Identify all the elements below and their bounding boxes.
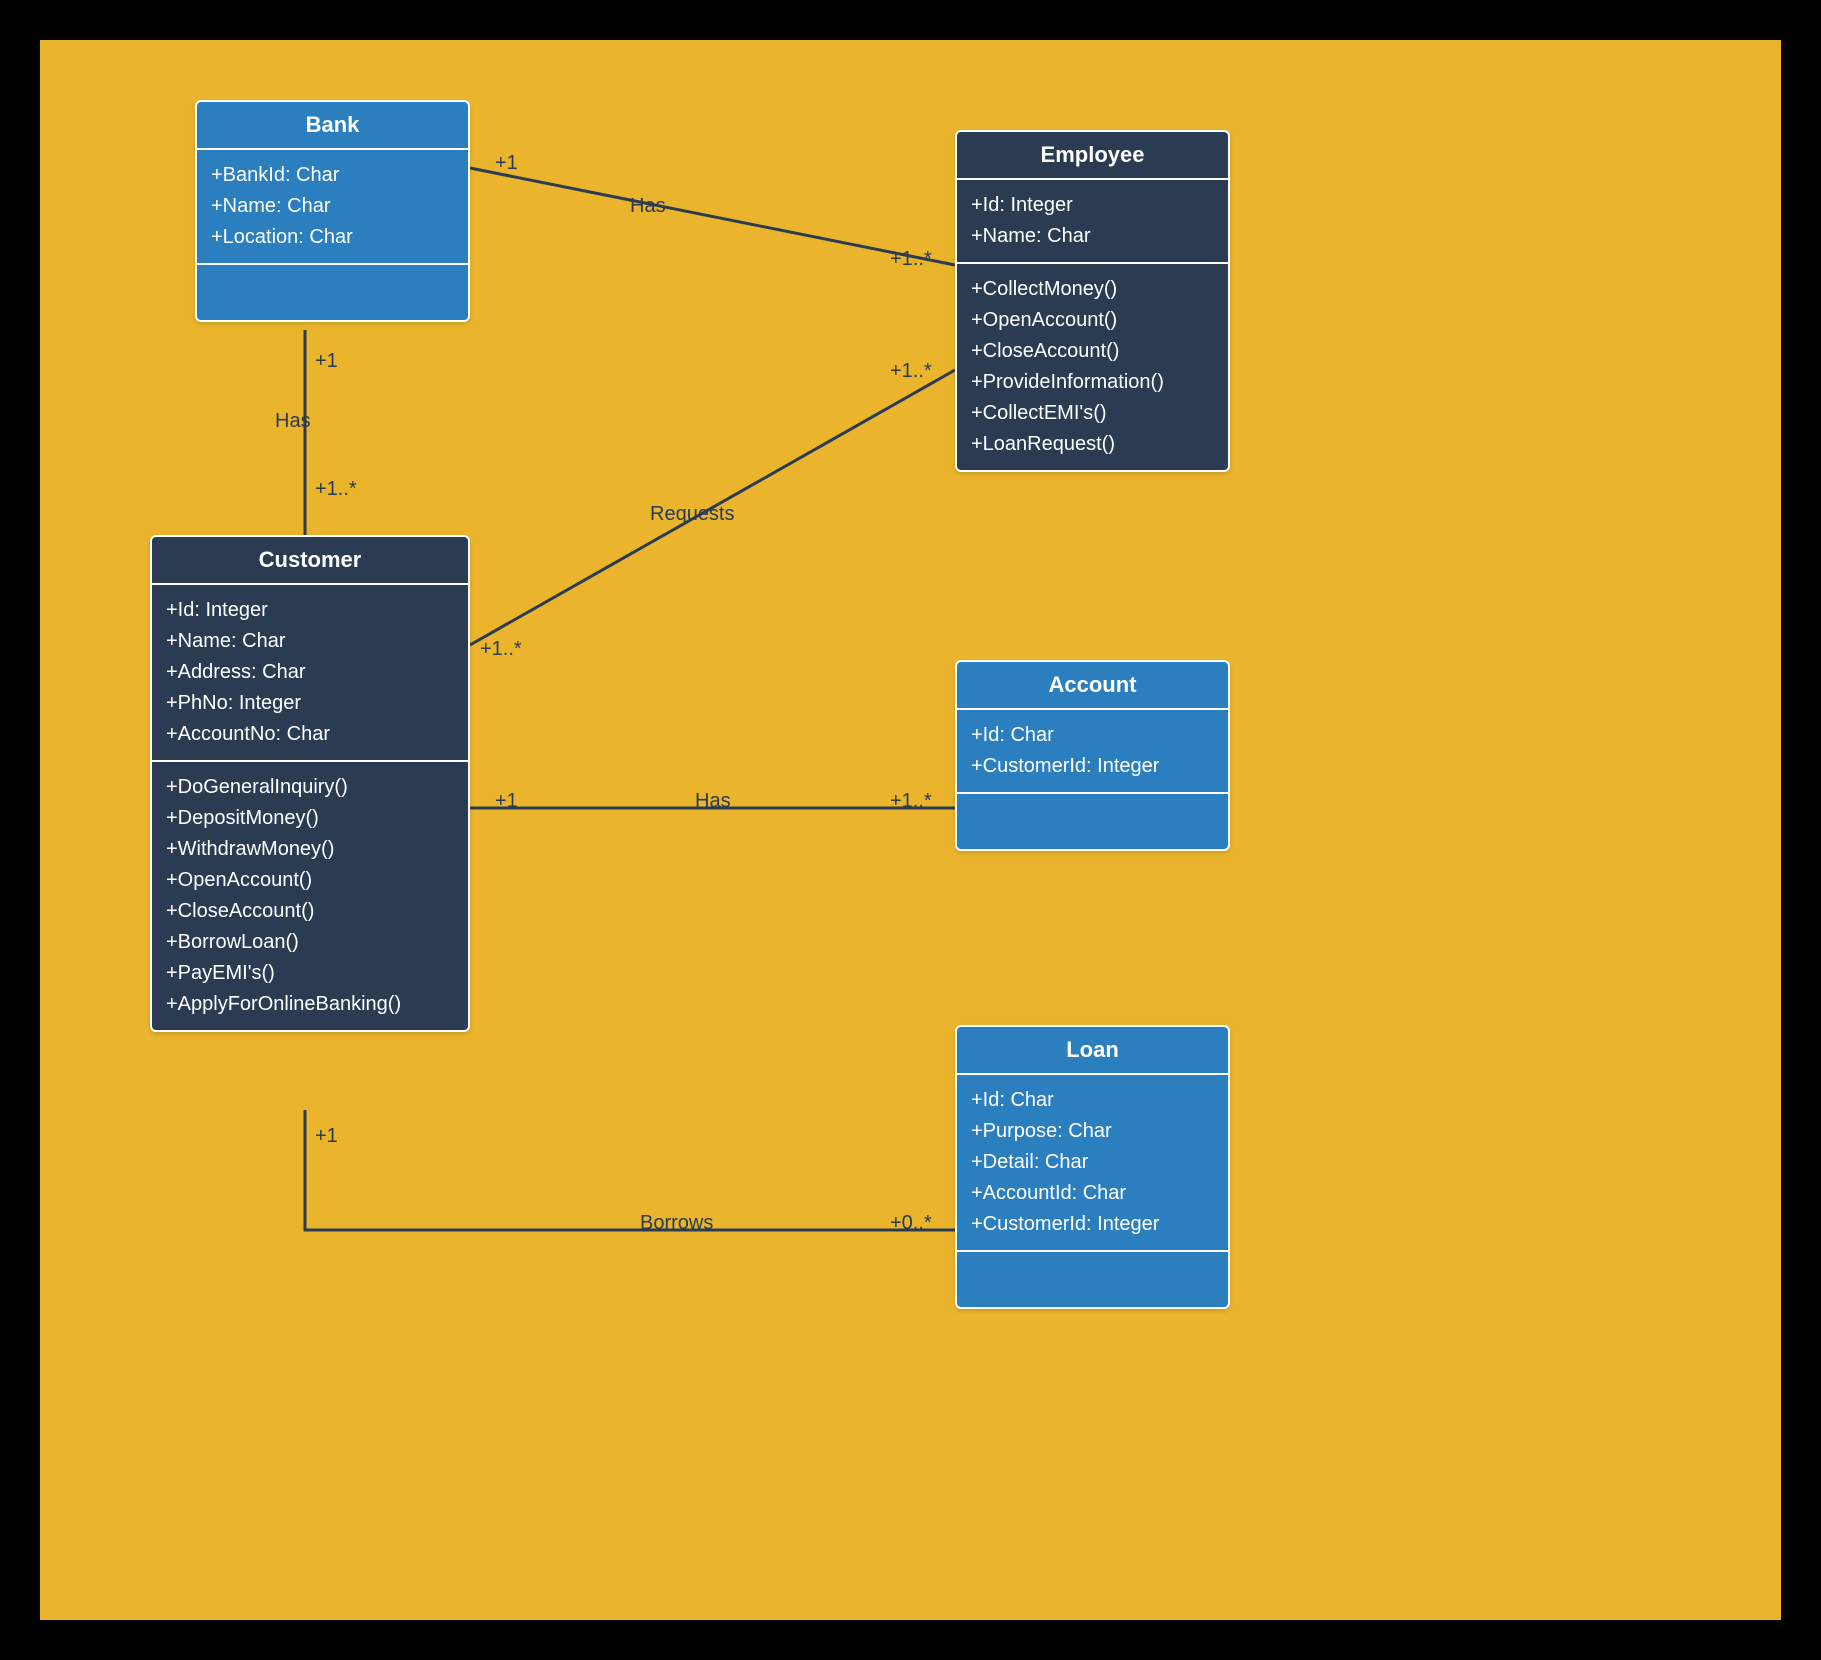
class-customer-attrs: +Id: Integer +Name: Char +Address: Char … bbox=[152, 585, 468, 762]
attr: +AccountId: Char bbox=[971, 1178, 1214, 1209]
attr: +Location: Char bbox=[211, 222, 454, 253]
class-bank: Bank +BankId: Char +Name: Char +Location… bbox=[195, 100, 470, 322]
mult-bank-emp-1: +1 bbox=[495, 152, 518, 175]
attr: +PhNo: Integer bbox=[166, 688, 454, 719]
mult-bank-cust-2: +1..* bbox=[315, 478, 357, 501]
assoc-bank-cust: Has bbox=[275, 410, 311, 433]
uml-canvas: Bank +BankId: Char +Name: Char +Location… bbox=[40, 40, 1781, 1620]
attr: +Id: Char bbox=[971, 720, 1214, 751]
method: +WithdrawMoney() bbox=[166, 834, 454, 865]
mult-cust-acct-1: +1 bbox=[495, 790, 518, 813]
method: +CollectEMI's() bbox=[971, 398, 1214, 429]
method: +CollectMoney() bbox=[971, 274, 1214, 305]
mult-bank-emp-2: +1..* bbox=[890, 248, 932, 271]
attr: +Purpose: Char bbox=[971, 1116, 1214, 1147]
method: +ProvideInformation() bbox=[971, 367, 1214, 398]
class-account-attrs: +Id: Char +CustomerId: Integer bbox=[957, 710, 1228, 794]
attr: +BankId: Char bbox=[211, 160, 454, 191]
method: +DoGeneralInquiry() bbox=[166, 772, 454, 803]
mult-cust-acct-2: +1..* bbox=[890, 790, 932, 813]
class-employee-methods: +CollectMoney() +OpenAccount() +CloseAcc… bbox=[957, 264, 1228, 470]
method: +OpenAccount() bbox=[166, 865, 454, 896]
class-bank-methods bbox=[197, 265, 468, 320]
method: +CloseAccount() bbox=[971, 336, 1214, 367]
attr: +Id: Char bbox=[971, 1085, 1214, 1116]
assoc-cust-emp: Requests bbox=[650, 503, 735, 526]
assoc-bank-emp: Has bbox=[630, 195, 666, 218]
class-customer: Customer +Id: Integer +Name: Char +Addre… bbox=[150, 535, 470, 1032]
class-loan-methods bbox=[957, 1252, 1228, 1307]
method: +LoanRequest() bbox=[971, 429, 1214, 460]
method: +CloseAccount() bbox=[166, 896, 454, 927]
method: +BorrowLoan() bbox=[166, 927, 454, 958]
method: +PayEMI's() bbox=[166, 958, 454, 989]
method: +ApplyForOnlineBanking() bbox=[166, 989, 454, 1020]
class-bank-attrs: +BankId: Char +Name: Char +Location: Cha… bbox=[197, 150, 468, 265]
mult-bank-cust-1: +1 bbox=[315, 350, 338, 373]
attr: +Id: Integer bbox=[166, 595, 454, 626]
attr: +Name: Char bbox=[211, 191, 454, 222]
assoc-cust-loan: Borrows bbox=[640, 1212, 713, 1235]
mult-cust-loan-2: +0..* bbox=[890, 1212, 932, 1235]
attr: +Id: Integer bbox=[971, 190, 1214, 221]
mult-cust-loan-1: +1 bbox=[315, 1125, 338, 1148]
mult-cust-emp-1: +1..* bbox=[480, 638, 522, 661]
assoc-cust-acct: Has bbox=[695, 790, 731, 813]
attr: +Name: Char bbox=[166, 626, 454, 657]
class-customer-methods: +DoGeneralInquiry() +DepositMoney() +Wit… bbox=[152, 762, 468, 1030]
attr: +Name: Char bbox=[971, 221, 1214, 252]
method: +OpenAccount() bbox=[971, 305, 1214, 336]
class-customer-title: Customer bbox=[152, 537, 468, 585]
method: +DepositMoney() bbox=[166, 803, 454, 834]
class-loan-title: Loan bbox=[957, 1027, 1228, 1075]
attr: +CustomerId: Integer bbox=[971, 1209, 1214, 1240]
class-employee: Employee +Id: Integer +Name: Char +Colle… bbox=[955, 130, 1230, 472]
class-bank-title: Bank bbox=[197, 102, 468, 150]
attr: +Detail: Char bbox=[971, 1147, 1214, 1178]
attr: +AccountNo: Char bbox=[166, 719, 454, 750]
attr: +CustomerId: Integer bbox=[971, 751, 1214, 782]
attr: +Address: Char bbox=[166, 657, 454, 688]
mult-cust-emp-2: +1..* bbox=[890, 360, 932, 383]
class-employee-title: Employee bbox=[957, 132, 1228, 180]
class-account: Account +Id: Char +CustomerId: Integer bbox=[955, 660, 1230, 851]
class-account-methods bbox=[957, 794, 1228, 849]
class-loan: Loan +Id: Char +Purpose: Char +Detail: C… bbox=[955, 1025, 1230, 1309]
class-employee-attrs: +Id: Integer +Name: Char bbox=[957, 180, 1228, 264]
class-account-title: Account bbox=[957, 662, 1228, 710]
class-loan-attrs: +Id: Char +Purpose: Char +Detail: Char +… bbox=[957, 1075, 1228, 1252]
